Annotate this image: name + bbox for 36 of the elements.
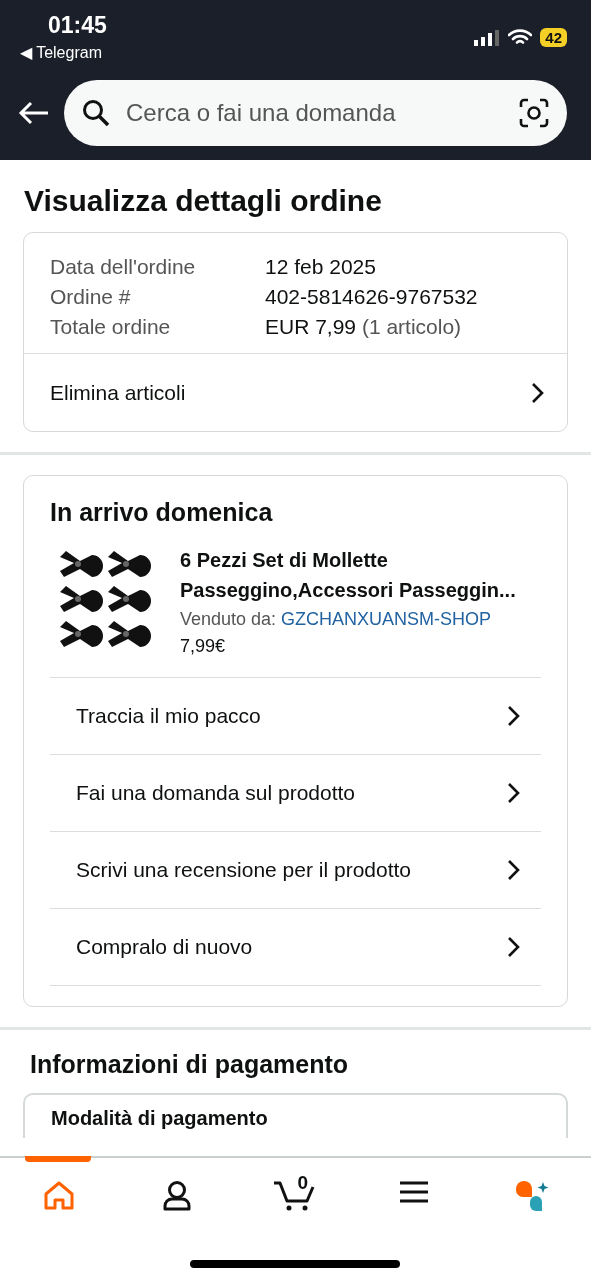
back-to-app-link[interactable]: ◀ Telegram xyxy=(20,43,107,62)
tab-indicator xyxy=(25,1156,92,1162)
back-arrow-icon[interactable] xyxy=(18,101,50,125)
action-row[interactable]: Scrivi una recensione per il prodotto xyxy=(50,831,541,908)
wifi-icon xyxy=(508,29,533,46)
action-row[interactable]: Fai una domanda sul prodotto xyxy=(50,754,541,831)
delivery-heading: In arrivo domenica xyxy=(49,497,274,528)
payment-method-title: Modalità di pagamento xyxy=(51,1107,268,1129)
chevron-icon xyxy=(507,859,521,881)
chevron-icon xyxy=(507,705,521,727)
delete-items-row[interactable]: Elimina articoli xyxy=(24,353,567,431)
battery-level: 42 xyxy=(540,28,567,47)
product-price: 7,99€ xyxy=(180,636,227,657)
search-icon xyxy=(82,99,110,127)
payment-heading: Informazioni di pagamento xyxy=(29,1050,350,1080)
action-row[interactable]: Traccia il mio pacco xyxy=(50,677,541,754)
signal-icon xyxy=(474,29,501,46)
order-label: Totale ordine xyxy=(50,315,172,339)
page-title: Visualizza dettagli ordine xyxy=(24,184,383,218)
chevron-icon xyxy=(507,936,521,958)
order-value: 12 feb 2025 xyxy=(265,255,377,279)
search-bar[interactable]: Cerca o fai una domanda xyxy=(64,80,567,146)
order-label: Data dell'ordine xyxy=(50,255,197,279)
chevron-icon xyxy=(531,381,545,404)
order-label: Ordine # xyxy=(50,285,132,309)
chevron-icon xyxy=(507,782,521,804)
cart-count: 0 xyxy=(297,1172,309,1194)
order-value: EUR 7,99 (1 articolo) xyxy=(265,315,463,339)
status-time: 01:45 xyxy=(48,12,107,39)
camera-scan-icon[interactable] xyxy=(519,98,549,128)
search-field[interactable]: Cerca o fai una domanda xyxy=(124,98,505,128)
seller-link[interactable]: GZCHANXUANSM-SHOP xyxy=(281,609,492,629)
action-row[interactable]: Compralo di nuovo xyxy=(50,908,541,985)
order-value: 402-5814626-9767532 xyxy=(265,285,479,309)
product-title[interactable]: 6 Pezzi Set di Mollette Passeggino,Accessori Passeggin... xyxy=(180,545,540,605)
seller-line: Venduto da: GZCHANXUANSM-SHOP xyxy=(180,609,493,630)
